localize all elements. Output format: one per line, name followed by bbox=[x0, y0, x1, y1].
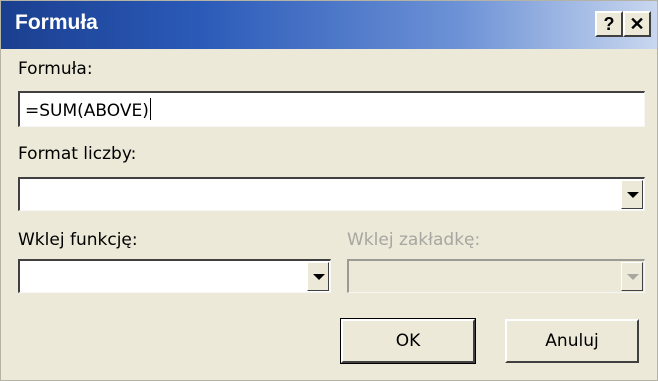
formula-label: Formuła: bbox=[18, 59, 93, 79]
chevron-down-icon bbox=[313, 274, 325, 280]
chevron-down-icon bbox=[627, 192, 639, 198]
formula-input[interactable]: =SUM(ABOVE) bbox=[18, 91, 645, 127]
close-button[interactable]: ✕ bbox=[623, 11, 651, 37]
paste-function-select[interactable] bbox=[18, 259, 331, 293]
help-button[interactable]: ? bbox=[595, 11, 623, 37]
number-format-label: Format liczby: bbox=[18, 144, 137, 164]
paste-bookmark-label: Wklej zakładkę: bbox=[347, 230, 481, 250]
formula-dialog: Formuła ? ✕ Formuła: =SUM(ABOVE) Format … bbox=[0, 0, 658, 381]
cancel-button[interactable]: Anuluj bbox=[505, 319, 639, 363]
close-icon: ✕ bbox=[629, 14, 645, 34]
text-caret bbox=[149, 98, 151, 120]
paste-function-label: Wklej funkcję: bbox=[18, 230, 138, 250]
formula-input-value: =SUM(ABOVE) bbox=[25, 98, 151, 121]
ok-button[interactable]: OK bbox=[340, 318, 476, 364]
chevron-down-icon bbox=[627, 274, 639, 280]
title-bar[interactable]: Formuła ? ✕ bbox=[1, 1, 657, 49]
paste-bookmark-select bbox=[347, 259, 645, 293]
number-format-select[interactable] bbox=[18, 177, 645, 211]
paste-function-dropdown-button[interactable] bbox=[307, 262, 329, 291]
paste-bookmark-dropdown-button bbox=[621, 262, 643, 291]
number-format-dropdown-button[interactable] bbox=[621, 180, 643, 209]
dialog-title: Formuła bbox=[15, 11, 98, 34]
